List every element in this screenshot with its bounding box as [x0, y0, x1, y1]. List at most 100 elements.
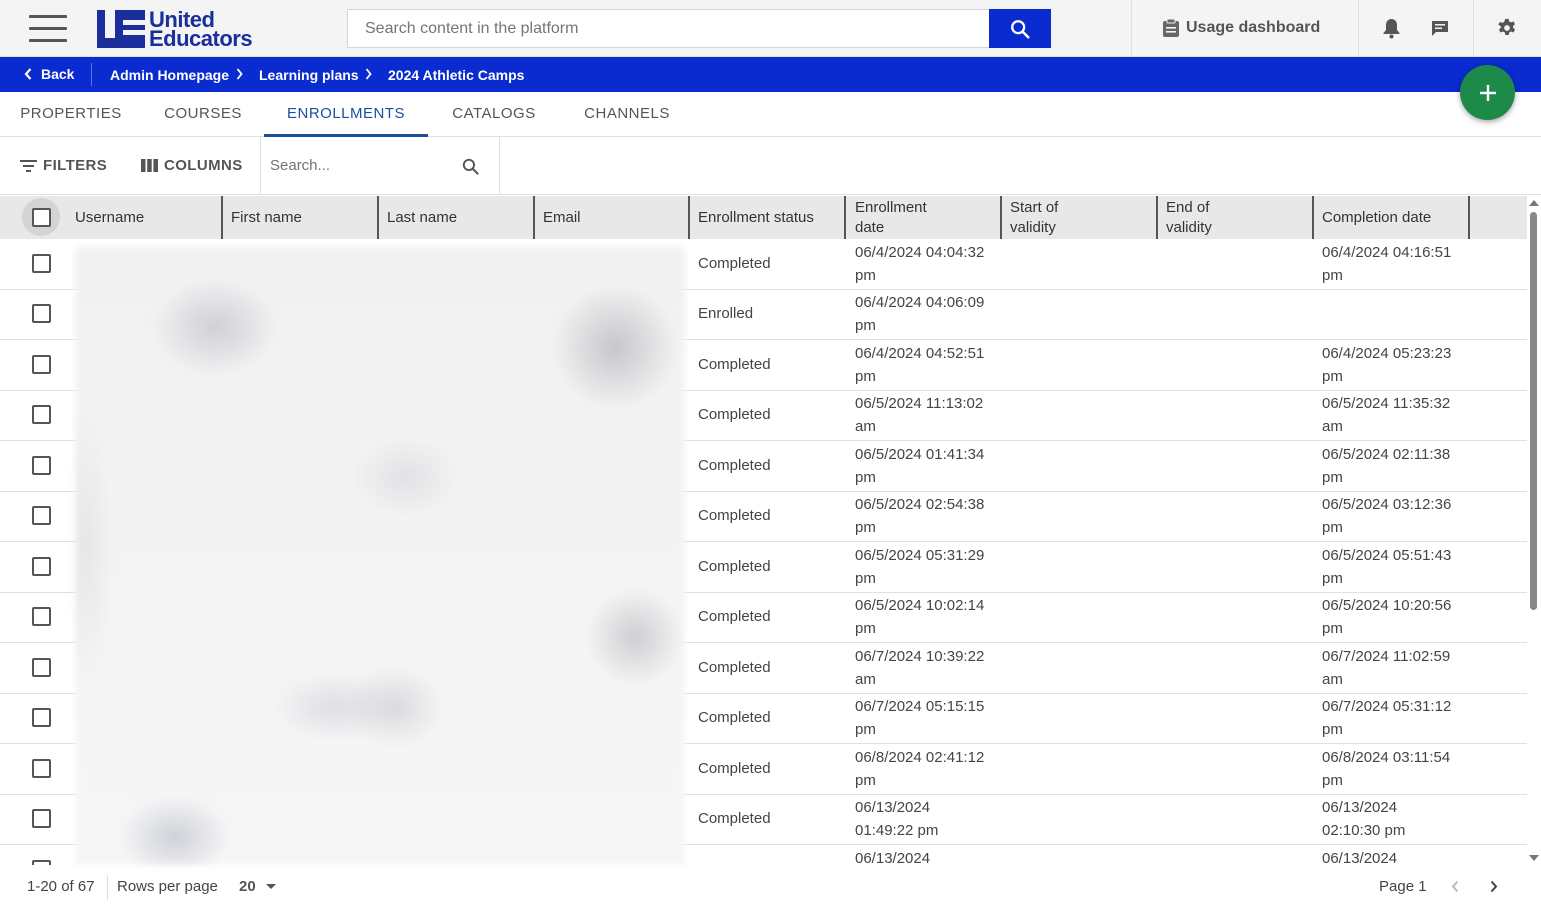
column-resize-handle[interactable] — [377, 196, 379, 239]
column-resize-handle[interactable] — [1000, 196, 1002, 239]
top-header: United Educators Usage dashboard — [0, 0, 1541, 57]
global-search-button[interactable] — [989, 9, 1051, 48]
enrollment-date-cell: 06/5/2024 02:54:38 pm — [855, 493, 984, 539]
tab-properties[interactable]: PROPERTIES — [0, 92, 142, 136]
date-line: 06/8/2024 03:11:54 — [1322, 749, 1451, 766]
row-select-checkbox[interactable] — [32, 708, 51, 727]
caret-down-icon — [265, 883, 276, 889]
rows-per-page-select[interactable]: 20 — [239, 878, 276, 895]
breadcrumb-admin-homepage[interactable]: Admin Homepage — [110, 67, 229, 83]
date-line: 06/5/2024 03:12:36 — [1322, 496, 1452, 513]
pagination-footer: 1-20 of 67 Rows per page 20 Page 1 — [0, 865, 1541, 911]
settings-gear-icon[interactable] — [1497, 18, 1517, 43]
notifications-bell-icon[interactable] — [1382, 18, 1401, 44]
page-indicator: Page 1 — [1379, 878, 1427, 895]
completion-date-cell: 06/7/2024 11:02:59 am — [1322, 645, 1450, 691]
columns-button[interactable]: COLUMNS — [141, 157, 243, 174]
date-line: 06/13/2024 — [855, 799, 931, 816]
enrollment-status-cell: Enrolled — [698, 305, 754, 322]
completion-date-cell: 06/5/2024 11:35:32 am — [1322, 392, 1450, 438]
row-select-checkbox[interactable] — [32, 405, 51, 424]
column-header-enrollment-date[interactable]: Enrollment date — [855, 196, 927, 239]
time-line: am — [1322, 418, 1343, 435]
column-header-start-of-validity[interactable]: Start of validity — [1010, 196, 1058, 239]
messages-chat-icon[interactable] — [1431, 20, 1449, 43]
time-line: pm — [855, 469, 876, 486]
row-select-checkbox[interactable] — [32, 456, 51, 475]
chevron-left-icon — [24, 68, 32, 80]
usage-dashboard-button[interactable]: Usage dashboard — [1162, 18, 1320, 38]
global-search-input[interactable] — [347, 9, 989, 48]
date-line: 06/7/2024 05:31:12 — [1322, 698, 1452, 715]
row-select-checkbox[interactable] — [32, 557, 51, 576]
column-resize-handle[interactable] — [221, 196, 223, 239]
date-line: 06/4/2024 04:06:09 — [855, 294, 985, 311]
date-line: 06/4/2024 04:52:51 — [855, 345, 985, 362]
back-button[interactable]: Back — [24, 66, 74, 82]
table-search — [260, 137, 500, 194]
column-resize-handle[interactable] — [1156, 196, 1158, 239]
column-header-end-of-validity[interactable]: End of validity — [1166, 196, 1212, 239]
table-scrollbar[interactable] — [1527, 196, 1541, 865]
tab-channels[interactable]: CHANNELS — [560, 92, 694, 136]
select-all-checkbox[interactable] — [31, 207, 51, 227]
breadcrumb-learning-plans[interactable]: Learning plans — [259, 67, 359, 83]
completion-date-cell: 06/5/2024 10:20:56 pm — [1322, 594, 1451, 640]
scrollbar-thumb[interactable] — [1530, 212, 1537, 610]
rows-per-page-value: 20 — [239, 878, 256, 895]
tab-bar: PROPERTIES COURSES ENROLLMENTS CATALOGS … — [0, 92, 1541, 137]
column-header-enrollment-status[interactable]: Enrollment status — [698, 196, 814, 239]
search-icon[interactable] — [461, 157, 480, 176]
row-select-checkbox[interactable] — [32, 658, 51, 677]
completion-date-cell: 06/4/2024 05:23:23 pm — [1322, 342, 1451, 388]
select-all-wrapper — [22, 198, 60, 236]
completion-date-cell: 06/13/2024 — [1322, 847, 1397, 865]
column-header-username[interactable]: Username — [75, 196, 144, 239]
row-select-checkbox[interactable] — [32, 355, 51, 374]
time-line: am — [855, 418, 876, 435]
scroll-up-icon[interactable] — [1529, 200, 1539, 206]
column-header-last-name[interactable]: Last name — [387, 196, 457, 239]
time-line: am — [855, 671, 876, 688]
previous-page-icon[interactable] — [1451, 880, 1459, 893]
enrollment-status-cell: Completed — [698, 507, 771, 524]
column-resize-handle[interactable] — [1468, 196, 1470, 239]
column-resize-handle[interactable] — [844, 196, 846, 239]
header-line: Enrollment — [855, 198, 927, 216]
date-line: 06/5/2024 05:51:43 — [1322, 547, 1452, 564]
time-line: pm — [855, 570, 876, 587]
hamburger-menu-icon[interactable] — [29, 15, 67, 43]
column-header-first-name[interactable]: First name — [231, 196, 302, 239]
column-resize-handle[interactable] — [533, 196, 535, 239]
date-line: 06/7/2024 10:39:22 — [855, 648, 985, 665]
enrollment-status-cell: Completed — [698, 558, 771, 575]
completion-date-cell: 06/5/2024 03:12:36 pm — [1322, 493, 1451, 539]
row-select-checkbox[interactable] — [32, 254, 51, 273]
tab-catalogs[interactable]: CATALOGS — [428, 92, 560, 136]
table-search-input[interactable] — [261, 137, 451, 194]
scroll-down-icon[interactable] — [1529, 855, 1539, 861]
row-select-checkbox[interactable] — [32, 809, 51, 828]
column-resize-handle[interactable] — [688, 196, 690, 239]
enrollment-status-cell: Completed — [698, 709, 771, 726]
enrollment-status-cell: Completed — [698, 356, 771, 373]
column-header-email[interactable]: Email — [543, 196, 581, 239]
column-resize-handle[interactable] — [1312, 196, 1314, 239]
next-page-icon[interactable] — [1490, 880, 1498, 893]
row-select-checkbox[interactable] — [32, 304, 51, 323]
filters-button[interactable]: FILTERS — [20, 157, 107, 174]
row-select-checkbox[interactable] — [32, 759, 51, 778]
row-select-checkbox[interactable] — [32, 506, 51, 525]
united-educators-logo[interactable]: United Educators — [97, 9, 253, 50]
row-select-checkbox[interactable] — [32, 607, 51, 626]
enrollment-date-cell: 06/5/2024 11:13:02 am — [855, 392, 983, 438]
chevron-right-icon — [365, 68, 372, 80]
date-line: 06/5/2024 10:02:14 — [855, 597, 985, 614]
date-line: 06/13/2024 — [855, 850, 931, 865]
breadcrumb-bar: Back Admin Homepage Learning plans 2024 … — [0, 57, 1541, 92]
tab-courses[interactable]: COURSES — [142, 92, 264, 136]
tab-enrollments[interactable]: ENROLLMENTS — [264, 92, 428, 137]
column-header-completion-date[interactable]: Completion date — [1322, 196, 1431, 239]
date-line: 06/4/2024 04:04:32 — [855, 244, 985, 261]
add-enrollment-button[interactable] — [1460, 65, 1515, 120]
